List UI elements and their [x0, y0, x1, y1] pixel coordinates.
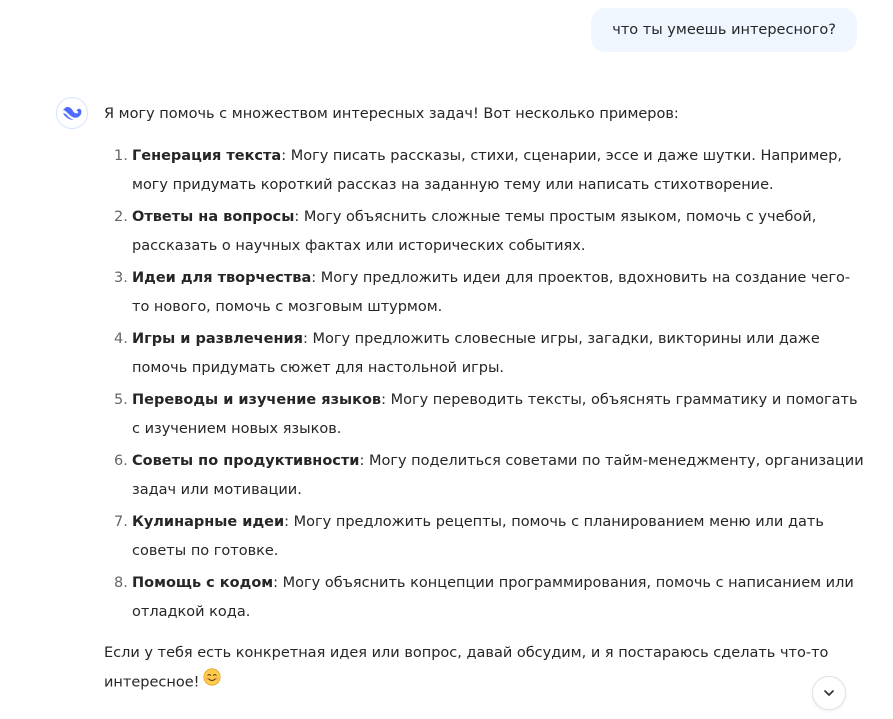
list-item: 3. Идеи для творчества: Могу предложить …	[104, 264, 864, 322]
list-item: 4. Игры и развлечения: Могу предложить с…	[104, 325, 864, 383]
list-number: 5.	[114, 392, 128, 408]
deepseek-whale-logo-icon	[62, 107, 82, 120]
list-item: 1. Генерация текста: Могу писать рассказ…	[104, 142, 864, 200]
list-item-title: Помощь с кодом	[132, 575, 274, 591]
list-item: 5. Переводы и изучение языков: Могу пере…	[104, 386, 864, 444]
list-number: 8.	[114, 575, 128, 591]
list-number: 7.	[114, 514, 128, 530]
list-item-title: Переводы и изучение языков	[132, 392, 382, 408]
list-item: 6. Советы по продуктивности: Могу подели…	[104, 447, 864, 505]
list-item: 2. Ответы на вопросы: Могу объяснить сло…	[104, 203, 864, 261]
list-number: 6.	[114, 453, 128, 469]
smiling-face-emoji-icon	[203, 668, 222, 697]
list-number: 4.	[114, 331, 128, 347]
list-item: 7. Кулинарные идеи: Могу предложить реце…	[104, 508, 864, 566]
list-number: 3.	[114, 270, 128, 286]
list-item-title: Кулинарные идеи	[132, 514, 285, 530]
list-item: 8. Помощь с кодом: Могу объяснить концеп…	[104, 569, 864, 627]
assistant-outro: Если у тебя есть конкретная идея или воп…	[104, 639, 864, 698]
list-item-title: Идеи для творчества	[132, 270, 312, 286]
capabilities-list: 1. Генерация текста: Могу писать рассказ…	[104, 142, 864, 627]
list-item-title: Ответы на вопросы	[132, 209, 295, 225]
chat-view: что ты умеешь интересного? Я могу помочь…	[0, 0, 893, 719]
chevron-down-icon	[824, 690, 834, 696]
assistant-message: Я могу помочь с множеством интересных за…	[104, 100, 864, 698]
list-item-title: Игры и развлечения	[132, 331, 303, 347]
assistant-avatar	[56, 97, 88, 129]
list-item-title: Советы по продуктивности	[132, 453, 360, 469]
scroll-to-bottom-button[interactable]	[812, 676, 846, 710]
list-item-title: Генерация текста	[132, 148, 282, 164]
list-number: 2.	[114, 209, 128, 225]
user-message-bubble: что ты умеешь интересного?	[591, 8, 857, 52]
list-number: 1.	[114, 148, 128, 164]
assistant-intro: Я могу помочь с множеством интересных за…	[104, 106, 679, 122]
